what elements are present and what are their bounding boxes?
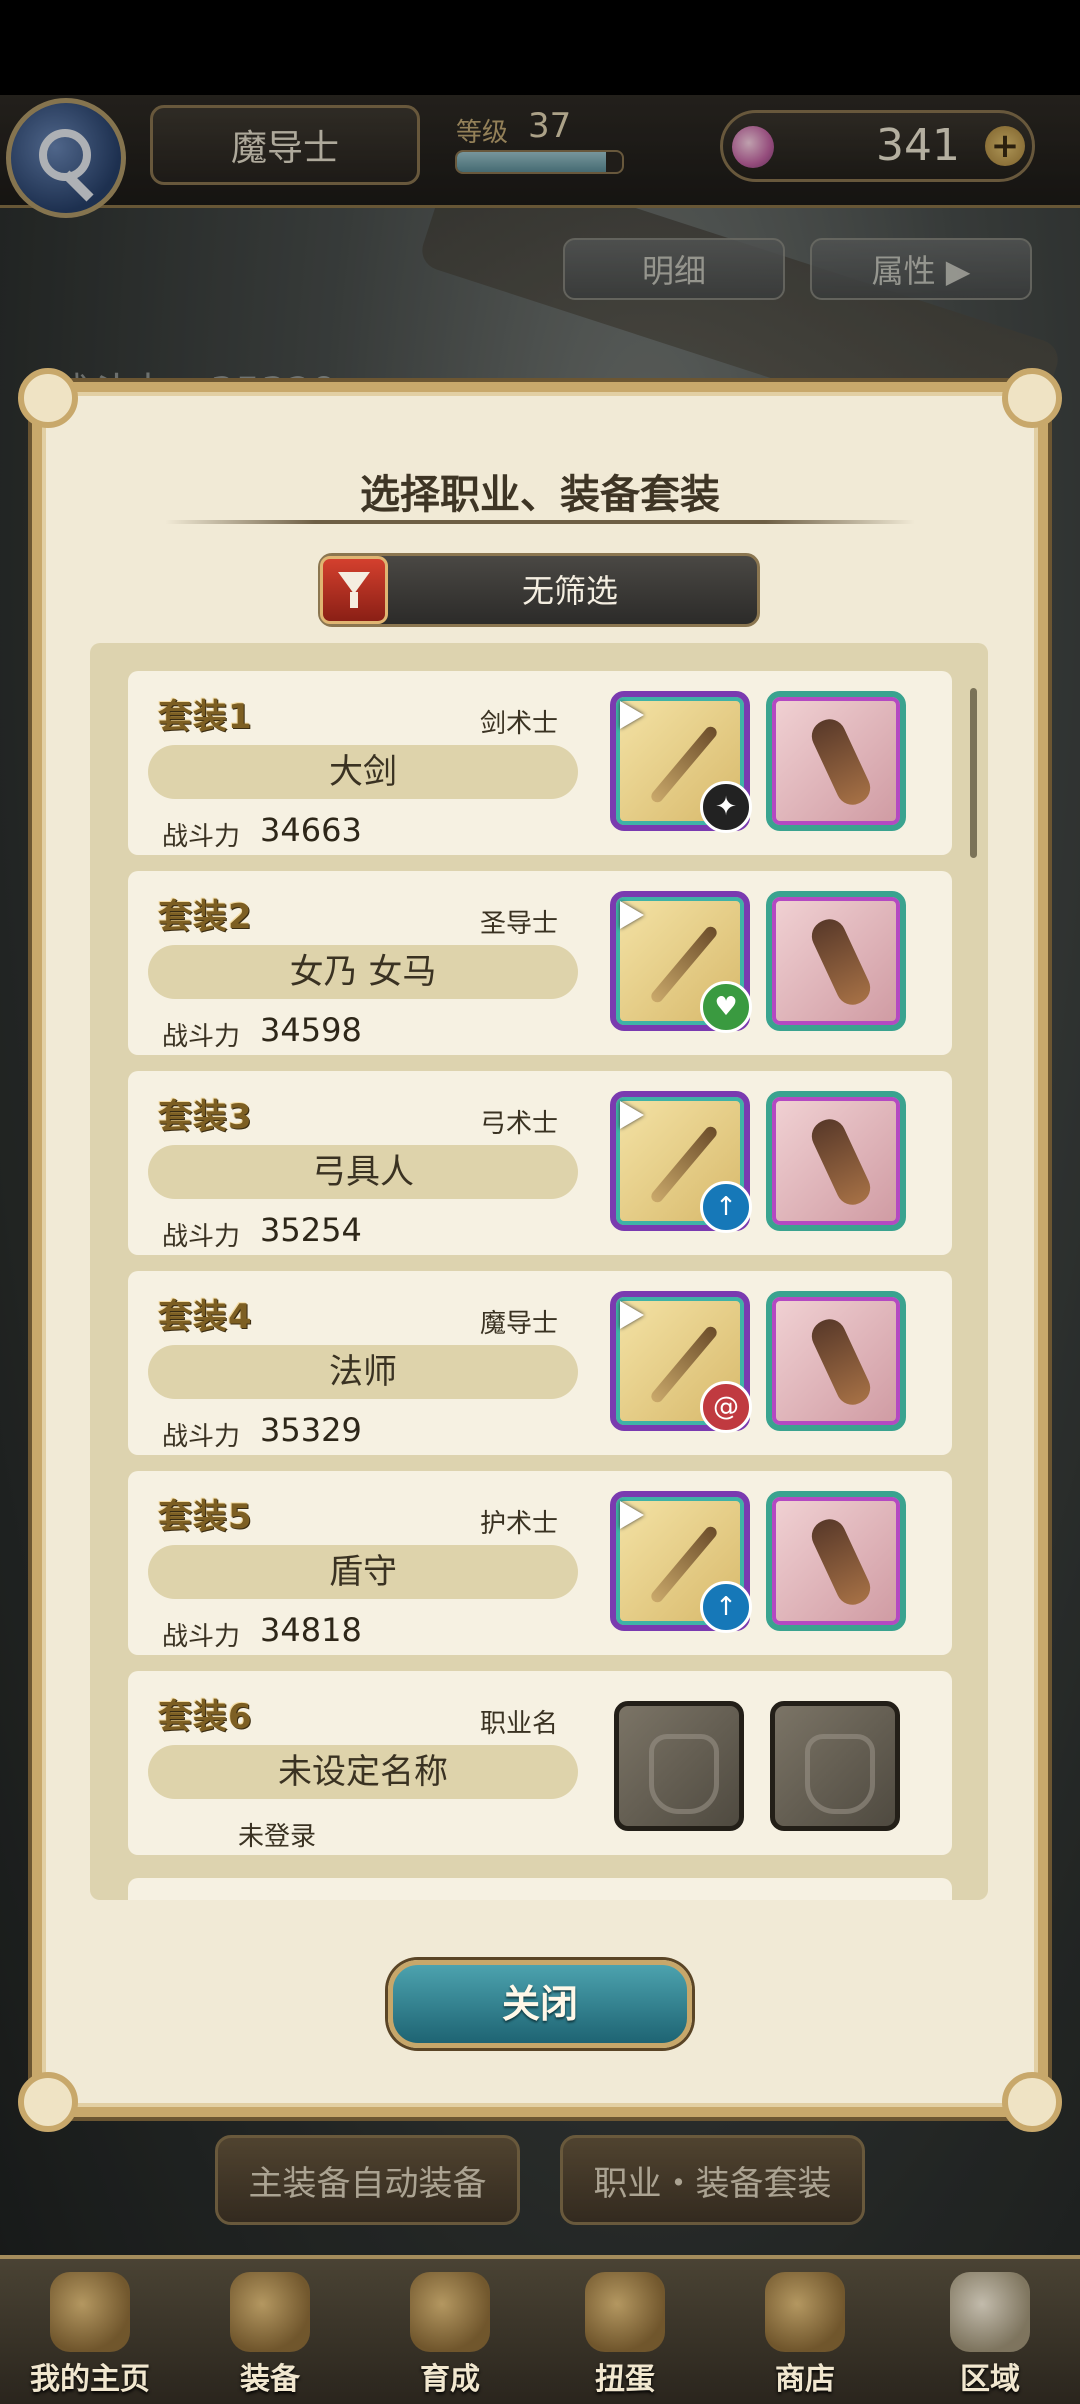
- set-card[interactable]: 套装4 魔导士 法师 战斗力 35329 @: [128, 1271, 952, 1455]
- filter-label[interactable]: 无筛选: [395, 560, 745, 622]
- set-power-value: 34818: [260, 1611, 362, 1649]
- arrow-up-badge-icon: ↑: [700, 1181, 752, 1233]
- nav-area-label: 区域: [960, 2362, 1020, 2397]
- nav-gacha-label: 扭蛋: [595, 2362, 655, 2397]
- scroll-icon: [50, 2272, 130, 2352]
- globe-icon: [950, 2272, 1030, 2352]
- set-label: 套装3: [158, 1097, 253, 1137]
- set-label: 套装5: [158, 1497, 253, 1537]
- gauntlet-slot[interactable]: [766, 1291, 906, 1431]
- status-bar: [0, 0, 1080, 95]
- gauntlet-icon: [806, 1314, 876, 1410]
- set-card[interactable]: 套装1 剑术士 大剑 战斗力 34663 ✦: [128, 671, 952, 855]
- play-arrow-icon: [620, 1501, 644, 1529]
- set-class-name: 护术士: [479, 1509, 558, 1539]
- set-name: 女乃 女马: [148, 945, 578, 999]
- set-power-label: 战斗力: [162, 1622, 241, 1652]
- arrow-up-badge-icon: ↑: [700, 1581, 752, 1633]
- set-class-name: 弓术士: [479, 1109, 558, 1139]
- gauntlet-icon: [806, 1514, 876, 1610]
- corner-ornament: [1002, 2072, 1062, 2132]
- weapon-slot[interactable]: ↑: [610, 1491, 752, 1633]
- heart-badge-icon: ♥: [700, 981, 752, 1033]
- gauntlet-slot[interactable]: [766, 891, 906, 1031]
- set-name: 法师: [148, 1345, 578, 1399]
- set-label: 套装2: [158, 897, 253, 937]
- nav-area[interactable]: 区域: [915, 2262, 1065, 2400]
- set-unregistered-status: 未登录: [238, 1822, 317, 1852]
- set-name: 大剑: [148, 745, 578, 799]
- set-power-label: 战斗力: [162, 1222, 241, 1252]
- set-card[interactable]: 套装3 弓术士 弓具人 战斗力 35254 ↑: [128, 1071, 952, 1255]
- set-power-value: 35329: [260, 1411, 362, 1449]
- weapon-slot[interactable]: ♥: [610, 891, 752, 1033]
- set-name: 未设定名称: [148, 1745, 578, 1799]
- close-button[interactable]: 关闭: [388, 1960, 692, 2048]
- gauntlet-slot[interactable]: [766, 691, 906, 831]
- gauntlet-icon: [806, 1114, 876, 1210]
- set-power-value: 35254: [260, 1211, 362, 1249]
- equipment-set-list[interactable]: 套装1 剑术士 大剑 战斗力 34663 ✦ 套装2 圣导士 女乃 女马 战斗力…: [90, 643, 988, 1900]
- weapon-slot[interactable]: ↑: [610, 1091, 752, 1233]
- set-power-label: 战斗力: [162, 1422, 241, 1452]
- sword-badge-icon: ✦: [700, 781, 752, 833]
- nav-gacha[interactable]: 扭蛋: [550, 2262, 700, 2400]
- corner-ornament: [1002, 368, 1062, 428]
- nav-training[interactable]: 育成: [375, 2262, 525, 2400]
- set-label: 套装1: [158, 697, 253, 737]
- set-card[interactable]: 套装2 圣导士 女乃 女马 战斗力 34598 ♥: [128, 871, 952, 1055]
- swirl-badge-icon: @: [700, 1381, 752, 1433]
- empty-weapon-slot[interactable]: [614, 1701, 744, 1831]
- hand-placeholder-icon: [649, 1734, 719, 1814]
- play-arrow-icon: [620, 1101, 644, 1129]
- title-divider: [165, 520, 915, 524]
- nav-shop[interactable]: 商店: [730, 2262, 880, 2400]
- gacha-bag-icon: [585, 2272, 665, 2352]
- nav-shop-label: 商店: [775, 2362, 835, 2397]
- set-class-name: 魔导士: [479, 1309, 558, 1339]
- empty-armor-slot[interactable]: [770, 1701, 900, 1831]
- set-power-label: 战斗力: [162, 822, 241, 852]
- set-class-name: 职业名: [479, 1709, 558, 1739]
- list-scrollbar[interactable]: [970, 688, 977, 858]
- nav-training-label: 育成: [420, 2362, 480, 2397]
- nav-equipment-label: 装备: [240, 2362, 300, 2397]
- helmet-icon: [230, 2272, 310, 2352]
- filter-funnel-stem: [350, 592, 358, 608]
- play-arrow-icon: [620, 1301, 644, 1329]
- weapon-slot[interactable]: ✦: [610, 691, 752, 833]
- gauntlet-icon: [806, 714, 876, 810]
- gauntlet-slot[interactable]: [766, 1091, 906, 1231]
- play-arrow-icon: [620, 901, 644, 929]
- set-power-label: 战斗力: [162, 1022, 241, 1052]
- set-name: 盾守: [148, 1545, 578, 1599]
- set-name: 弓具人: [148, 1145, 578, 1199]
- gauntlet-icon: [806, 914, 876, 1010]
- set-label: 套装4: [158, 1297, 253, 1337]
- play-arrow-icon: [620, 701, 644, 729]
- set-class-name: 圣导士: [479, 909, 558, 939]
- nav-equipment[interactable]: 装备: [195, 2262, 345, 2400]
- nav-home-label: 我的主页: [30, 2362, 150, 2397]
- modal-title: 选择职业、装备套装: [360, 472, 720, 518]
- set-card[interactable]: 套装5 护术士 盾守 战斗力 34818 ↑: [128, 1471, 952, 1655]
- nav-home[interactable]: 我的主页: [15, 2262, 165, 2400]
- set-card[interactable]: 套装6 职业名 未设定名称 未登录: [128, 1671, 952, 1855]
- weapon-slot[interactable]: @: [610, 1291, 752, 1433]
- armor-placeholder-icon: [805, 1734, 875, 1814]
- set-class-name: 剑术士: [479, 709, 558, 739]
- set-card-partial[interactable]: [128, 1878, 952, 1900]
- set-label: 套装6: [158, 1697, 253, 1737]
- set-power-value: 34663: [260, 811, 362, 849]
- set-power-value: 34598: [260, 1011, 362, 1049]
- gauntlet-slot[interactable]: [766, 1491, 906, 1631]
- corner-ornament: [18, 368, 78, 428]
- corner-ornament: [18, 2072, 78, 2132]
- coin-pouch-icon: [765, 2272, 845, 2352]
- filter-funnel-icon: [338, 572, 370, 594]
- hammer-icon: [410, 2272, 490, 2352]
